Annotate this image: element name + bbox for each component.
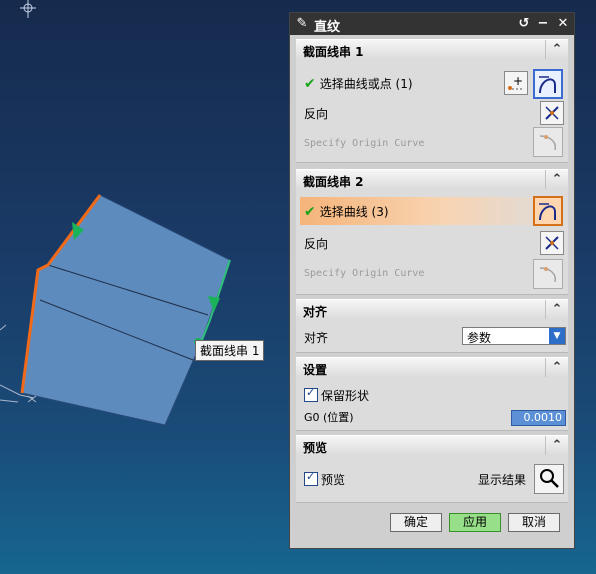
- curve-selection-button-active[interactable]: [533, 196, 563, 226]
- keep-shape-row[interactable]: 保留形状: [304, 386, 370, 404]
- collapse-chevron-icon[interactable]: ⌃: [545, 358, 568, 377]
- origin-curve-icon: [539, 267, 557, 283]
- curve-select-icon: [539, 203, 556, 221]
- section2-select-label: 选择曲线 (3): [319, 205, 389, 219]
- ok-button[interactable]: 确定: [390, 513, 442, 532]
- show-result-button[interactable]: [534, 464, 564, 494]
- section1-header[interactable]: 截面线串 1 ⌃: [296, 39, 568, 59]
- checkmark-icon: ✔: [304, 204, 316, 220]
- minimize-icon[interactable]: −: [535, 16, 551, 32]
- curve-tag-label: 截面线串 1: [195, 340, 265, 361]
- section1-select-row[interactable]: ✔ 选择曲线或点 (1): [304, 75, 413, 92]
- show-result-label: 显示结果: [478, 473, 527, 487]
- checkmark-icon: ✔: [304, 76, 316, 92]
- preview-label: 预览: [321, 473, 346, 487]
- section2-reverse-direction-button[interactable]: [540, 231, 564, 255]
- origin-curve-icon: [539, 135, 557, 151]
- curve-selection-button[interactable]: [533, 69, 563, 99]
- dropdown-arrow-icon[interactable]: ▼: [549, 328, 565, 344]
- keep-shape-checkbox[interactable]: [304, 386, 318, 402]
- alignment-label: 对齐: [304, 331, 329, 345]
- point-constructor-icon: +: [508, 74, 524, 90]
- section2-reverse-label: 反向: [304, 237, 329, 251]
- preview-header[interactable]: 预览 ⌃: [296, 435, 568, 455]
- settings-body: 保留形状 G0 (位置) 0.0010: [296, 377, 568, 431]
- collapse-chevron-icon[interactable]: ⌃: [545, 436, 568, 455]
- alignment-title: 对齐: [303, 305, 328, 319]
- preview-checkbox[interactable]: [304, 470, 318, 486]
- settings-header[interactable]: 设置 ⌃: [296, 357, 568, 377]
- alignment-body: 对齐 参数 ▼: [296, 319, 568, 353]
- cancel-button[interactable]: 取消: [508, 513, 560, 532]
- dialog-titlebar[interactable]: ✎ 直纹 ↺ − ✕: [290, 13, 574, 35]
- svg-text:+: +: [513, 74, 523, 88]
- section1-reverse-label: 反向: [304, 107, 329, 121]
- section2-select-row[interactable]: ✔ 选择曲线 (3): [304, 203, 389, 220]
- section2-origin-label: Specify Origin Curve: [304, 268, 425, 279]
- pin-icon[interactable]: ✎: [294, 16, 310, 32]
- settings-title: 设置: [303, 363, 328, 377]
- section1-reverse-direction-button[interactable]: [540, 101, 564, 125]
- preview-body: 预览 显示结果: [296, 455, 568, 503]
- apply-button[interactable]: 应用: [449, 513, 501, 532]
- point-dialog-button[interactable]: +: [504, 71, 528, 95]
- reverse-direction-icon: [545, 106, 559, 120]
- close-icon[interactable]: ✕: [555, 16, 571, 32]
- reset-icon[interactable]: ↺: [516, 16, 532, 32]
- dialog-title: 直纹: [314, 20, 341, 35]
- alignment-select-value: 参数: [467, 331, 492, 345]
- section1-origin-label: Specify Origin Curve: [304, 138, 425, 149]
- curve-select-icon: [539, 76, 556, 94]
- g0-label: G0 (位置): [304, 411, 354, 424]
- preview-title: 预览: [303, 441, 328, 455]
- section2-title: 截面线串 2: [303, 175, 364, 189]
- section2-origin-curve-button[interactable]: [533, 259, 563, 289]
- section1-title: 截面线串 1: [303, 45, 364, 59]
- collapse-chevron-icon[interactable]: ⌃: [545, 170, 568, 189]
- preview-row[interactable]: 预览: [304, 470, 346, 488]
- section2-body: ✔ 选择曲线 (3) 反向 Specify Origin Curve: [296, 189, 568, 295]
- keep-shape-label: 保留形状: [321, 389, 370, 403]
- reverse-direction-icon: [545, 236, 559, 250]
- g0-tolerance-input[interactable]: 0.0010: [511, 410, 566, 426]
- crosshair-icon: [20, 0, 36, 18]
- collapse-chevron-icon[interactable]: ⌃: [545, 40, 568, 59]
- alignment-header[interactable]: 对齐 ⌃: [296, 299, 568, 319]
- section1-origin-curve-button[interactable]: [533, 127, 563, 157]
- ruled-surface[interactable]: [21, 194, 231, 426]
- collapse-chevron-icon[interactable]: ⌃: [545, 300, 568, 319]
- section1-body: ✔ 选择曲线或点 (1) + 反向 Specify Origin Curve: [296, 59, 568, 163]
- magnifier-icon: [540, 469, 559, 488]
- alignment-select[interactable]: 参数 ▼: [462, 327, 566, 345]
- ruled-dialog: ✎ 直纹 ↺ − ✕ 截面线串 1 ⌃ ✔ 选择曲线或点 (1) + 反向 Spe…: [289, 12, 575, 549]
- section2-header[interactable]: 截面线串 2 ⌃: [296, 169, 568, 189]
- section1-select-label: 选择曲线或点 (1): [319, 77, 413, 91]
